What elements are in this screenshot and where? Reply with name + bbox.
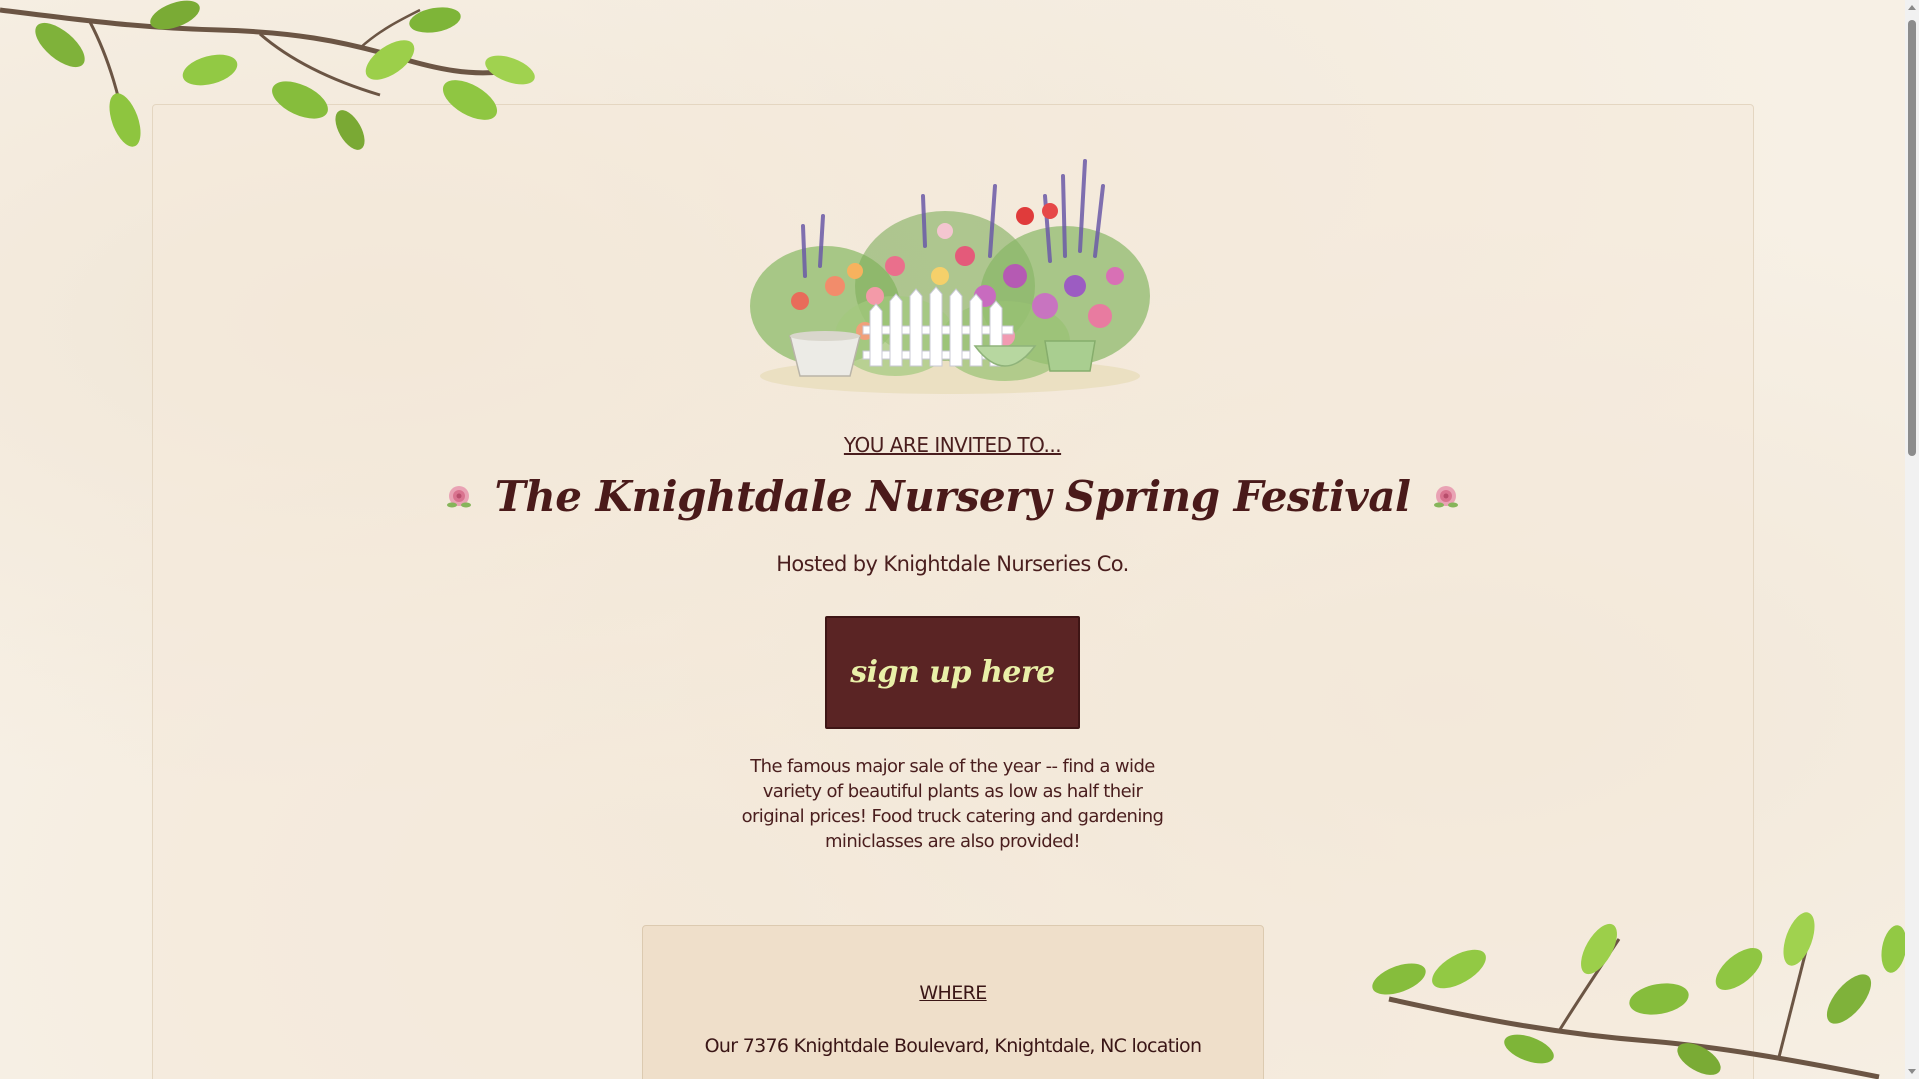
sign-up-label: sign up here xyxy=(850,655,1055,690)
scroll-down-arrow-icon[interactable] xyxy=(1908,1069,1916,1074)
sign-up-button[interactable]: sign up here xyxy=(825,616,1080,729)
scrollbar-thumb[interactable] xyxy=(1908,20,1916,456)
event-description: The famous major sale of the year -- fin… xyxy=(741,756,1164,852)
leafy-branch-bottom-right xyxy=(1372,912,1907,1079)
rose-icon xyxy=(447,485,472,507)
host-text: Hosted by Knightdale Nurseries Co. xyxy=(776,552,1129,576)
invited-heading: YOU ARE INVITED TO... xyxy=(843,433,1062,457)
where-heading: WHERE xyxy=(919,982,987,1004)
leafy-branch-top-left xyxy=(0,0,535,150)
where-address: Our 7376 Knightdale Boulevard, Knightdal… xyxy=(704,1035,1202,1057)
title-row: The Knightdale Nursery Spring Festival xyxy=(0,472,1905,521)
event-title: The Knightdale Nursery Spring Festival xyxy=(494,472,1411,521)
garden-illustration xyxy=(750,159,1150,394)
rose-icon xyxy=(1433,485,1458,507)
where-card: WHERE Our 7376 Knightdale Boulevard, Kni… xyxy=(642,925,1264,1079)
vertical-scrollbar[interactable] xyxy=(1905,0,1919,1079)
scroll-up-arrow-icon[interactable] xyxy=(1908,5,1916,10)
